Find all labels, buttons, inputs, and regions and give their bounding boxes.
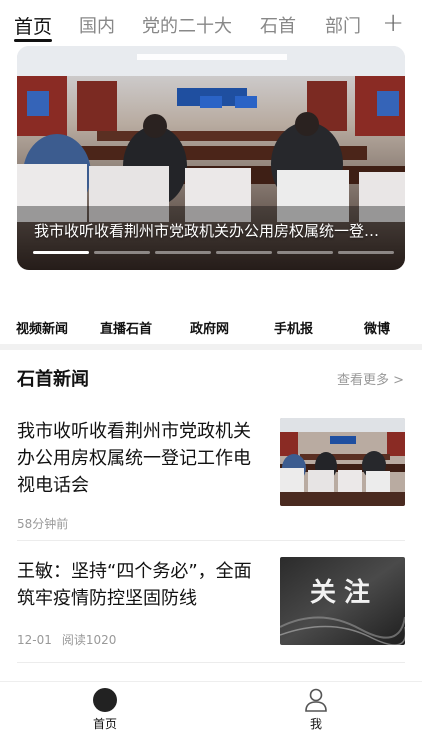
carousel-dot (277, 251, 333, 254)
news-meta-1: 58分钟前 (17, 515, 68, 532)
news-meta-2: 12-01 阅读1020 (17, 631, 116, 648)
home-icon (93, 688, 117, 712)
news-thumbnail-1[interactable] (280, 418, 405, 506)
quick-links: 视频新闻 直播石首 政府网 手机报 微博 (0, 318, 422, 342)
thumb-caption: 关注 (310, 577, 378, 608)
nav-home[interactable]: 首页 (65, 682, 145, 732)
tab-home[interactable]: 首页 (14, 12, 52, 39)
news-time: 58分钟前 (17, 517, 69, 531)
meeting-photo (280, 418, 405, 506)
news-divider (17, 662, 405, 663)
quick-link-video-news[interactable]: 视频新闻 (16, 318, 68, 337)
tab-departments[interactable]: 部门 (325, 12, 361, 38)
news-title-1[interactable]: 我市收听收看荆州市党政机关办公用房权属统一登记工作电视电话会 (17, 418, 257, 499)
news-reads: 阅读1020 (61, 633, 117, 647)
tab-domestic[interactable]: 国内 (79, 12, 115, 38)
section-title: 石首新闻 (17, 369, 89, 390)
news-time: 12-01 (17, 633, 52, 647)
channel-tabs: 首页 国内 党的二十大 石首 部门 + (0, 0, 422, 46)
carousel-dot (33, 251, 89, 254)
carousel-indicators (33, 251, 394, 254)
add-channel-button[interactable]: + (382, 8, 404, 38)
banner-carousel[interactable]: 我市收听收看荆州市党政机关办公用房权属统一登记工作电视电话会 (17, 46, 405, 270)
user-icon (305, 688, 327, 712)
see-more-link[interactable]: 查看更多 > (337, 369, 404, 388)
section-divider (0, 344, 422, 350)
quick-link-mobile-paper[interactable]: 手机报 (274, 318, 313, 337)
active-tab-indicator (14, 39, 52, 42)
quick-link-gov-site[interactable]: 政府网 (190, 318, 229, 337)
news-title-2[interactable]: 王敏：坚持“四个务必”，全面筑牢疫情防控坚固防线 (17, 558, 257, 612)
nav-me-label: 我 (309, 717, 322, 731)
quick-link-weibo[interactable]: 微博 (364, 318, 390, 337)
tab-party-congress[interactable]: 党的二十大 (142, 12, 232, 38)
news-divider (17, 540, 405, 541)
tab-shishou[interactable]: 石首 (260, 12, 296, 38)
banner-caption: 我市收听收看荆州市党政机关办公用房权属统一登记工作电视电话会 (34, 222, 394, 240)
carousel-dot (216, 251, 272, 254)
quick-link-live[interactable]: 直播石首 (100, 318, 152, 337)
nav-home-label: 首页 (92, 717, 117, 731)
carousel-dot (94, 251, 150, 254)
carousel-dot (155, 251, 211, 254)
nav-me[interactable]: 我 (276, 682, 356, 732)
carousel-dot (338, 251, 394, 254)
bottom-nav: 首页 我 (0, 681, 422, 750)
attention-graphic: 关注 (280, 557, 405, 645)
news-thumbnail-2[interactable]: 关注 (280, 557, 405, 645)
